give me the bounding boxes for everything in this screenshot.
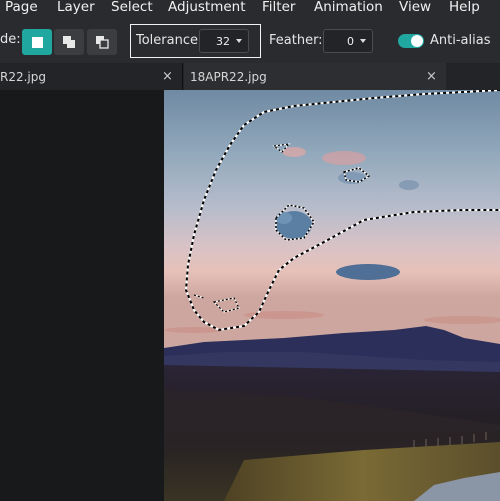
image-canvas[interactable] (164, 90, 500, 501)
tab-document-1[interactable]: R22.jpg × (0, 63, 183, 90)
tool-options-bar: de: Tolerance: 32 Feather: 0 Anti-alias (0, 17, 500, 63)
editor-window: Page Layer Select Adjustment Filter Anim… (0, 0, 500, 501)
tab-label: R22.jpg (0, 69, 46, 84)
close-icon[interactable]: × (162, 69, 173, 84)
antialias-toggle[interactable] (398, 34, 424, 48)
add-selection-icon (63, 36, 75, 48)
landscape-photo (164, 90, 500, 501)
tolerance-value: 32 (216, 34, 230, 48)
toggle-knob (411, 35, 423, 47)
tolerance-label: Tolerance: (136, 33, 203, 48)
tolerance-dropdown[interactable]: 32 (199, 29, 249, 53)
menu-page[interactable]: Page (5, 0, 38, 15)
menu-layer[interactable]: Layer (57, 0, 95, 15)
feather-value: 0 (347, 34, 354, 48)
antialias-label: Anti-alias (430, 33, 491, 48)
chevron-down-icon (360, 39, 366, 43)
subtract-selection-button[interactable] (87, 29, 117, 55)
menu-animation[interactable]: Animation (314, 0, 383, 15)
menu-select[interactable]: Select (111, 0, 153, 15)
menu-view[interactable]: View (399, 0, 431, 15)
menu-adjustment[interactable]: Adjustment (168, 0, 246, 15)
menu-help[interactable]: Help (449, 0, 480, 15)
subtract-selection-icon (96, 36, 109, 49)
document-tabs: R22.jpg × 18APR22.jpg × (0, 63, 500, 90)
add-selection-button[interactable] (54, 29, 84, 55)
tab-document-2[interactable]: 18APR22.jpg × (184, 63, 446, 90)
new-selection-button[interactable] (22, 29, 52, 55)
chevron-down-icon (236, 39, 242, 43)
menu-bar: Page Layer Select Adjustment Filter Anim… (0, 0, 500, 17)
feather-dropdown[interactable]: 0 (323, 29, 373, 53)
feather-label: Feather: (269, 33, 323, 48)
canvas-workspace[interactable] (0, 90, 500, 501)
mode-label: de: (0, 32, 21, 47)
menu-filter[interactable]: Filter (262, 0, 295, 15)
new-selection-icon (31, 36, 43, 48)
close-icon[interactable]: × (426, 69, 437, 84)
tab-label: 18APR22.jpg (190, 69, 267, 84)
